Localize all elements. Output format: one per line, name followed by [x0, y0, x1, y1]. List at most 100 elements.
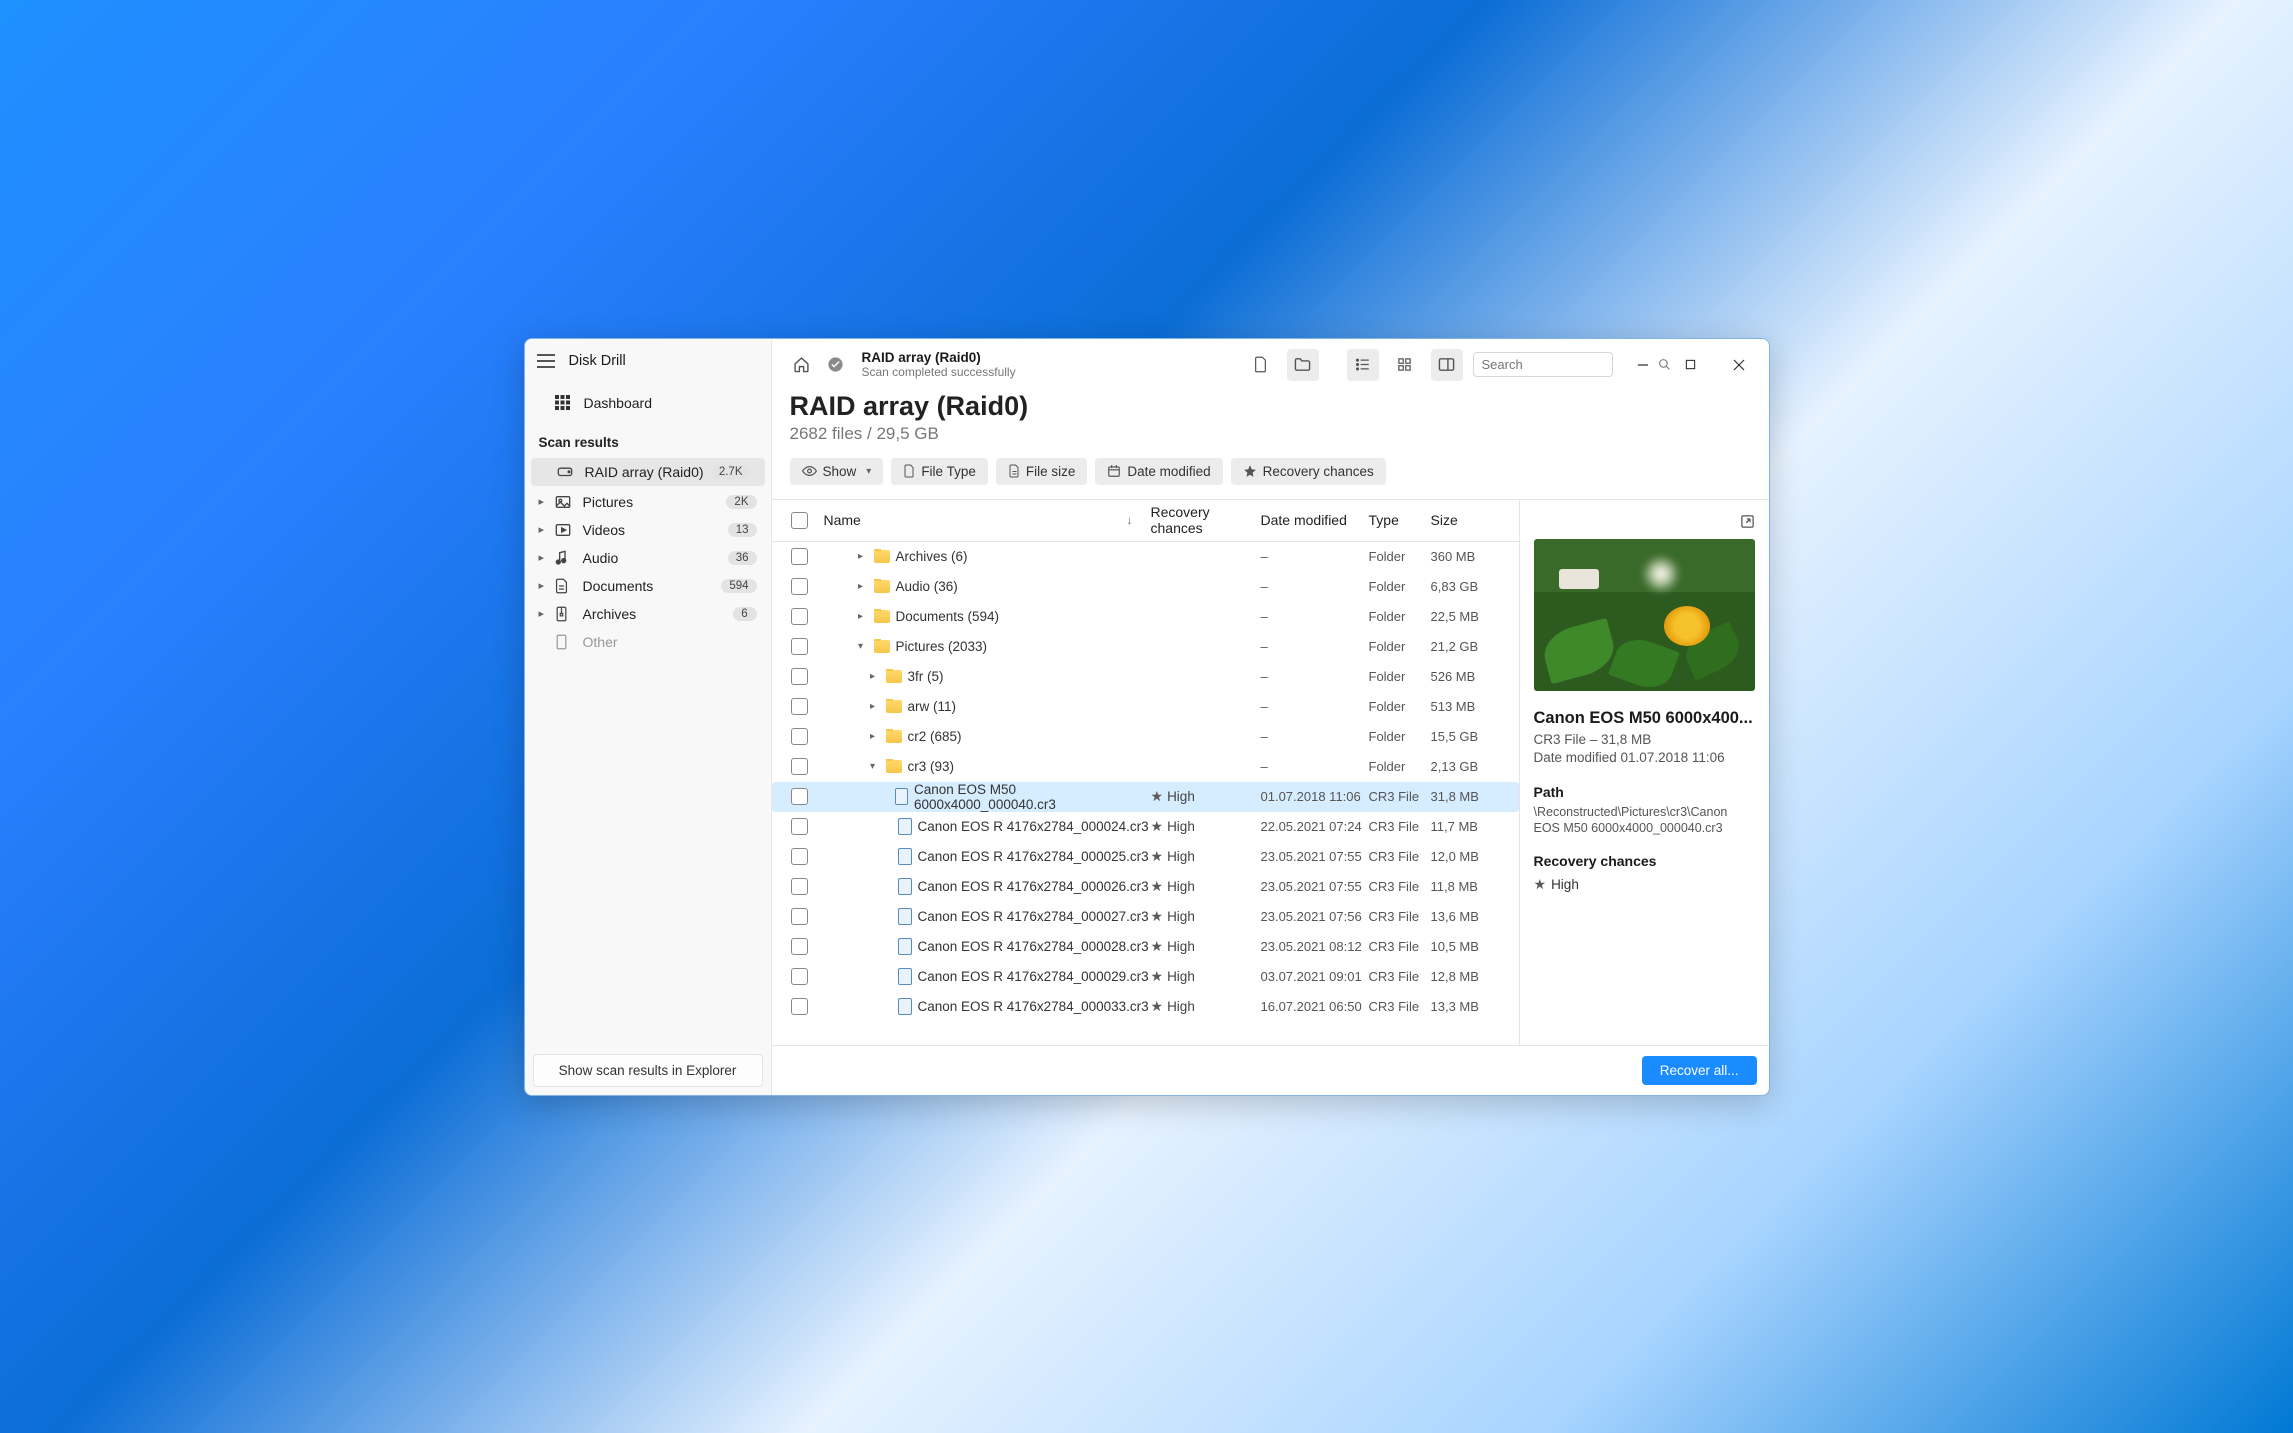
maximize-button[interactable] [1673, 347, 1709, 383]
file-size-filter[interactable]: File size [996, 458, 1088, 485]
popout-icon[interactable] [1740, 514, 1755, 529]
chevron-right-icon[interactable]: ▸ [854, 551, 868, 562]
chevron-down-icon[interactable]: ▾ [854, 641, 868, 652]
row-name: cr2 (685) [908, 729, 962, 744]
close-button[interactable] [1721, 347, 1757, 383]
date-modified-filter[interactable]: Date modified [1095, 458, 1222, 485]
chevron-right-icon[interactable]: ▸ [539, 607, 551, 620]
sidebar-nav: Dashboard [525, 381, 771, 425]
details-rec-value: ★ High [1534, 876, 1755, 893]
row-checkbox[interactable] [780, 998, 820, 1015]
minimize-button[interactable] [1625, 347, 1661, 383]
chevron-right-icon[interactable]: ▸ [866, 671, 880, 682]
folder-row[interactable]: ▾Pictures (2033)–Folder21,2 GB [772, 632, 1519, 662]
file-type-filter[interactable]: File Type [891, 458, 988, 485]
home-icon[interactable] [790, 353, 814, 377]
file-row[interactable]: Canon EOS M50 6000x4000_000040.cr3★High0… [772, 782, 1519, 812]
recovery-chances-filter[interactable]: Recovery chances [1231, 458, 1386, 485]
folder-row[interactable]: ▸Audio (36)–Folder6,83 GB [772, 572, 1519, 602]
dashboard-icon [555, 395, 570, 410]
show-in-explorer-button[interactable]: Show scan results in Explorer [533, 1054, 763, 1087]
folder-row[interactable]: ▸Documents (594)–Folder22,5 MB [772, 602, 1519, 632]
row-checkbox[interactable] [780, 728, 820, 745]
show-filter[interactable]: Show▾ [790, 458, 884, 485]
file-row[interactable]: Canon EOS R 4176x2784_000027.cr3★High23.… [772, 902, 1519, 932]
chevron-down-icon[interactable]: ▾ [866, 761, 880, 772]
view-grid-icon[interactable] [1389, 349, 1421, 381]
chevron-right-icon[interactable]: ▸ [866, 731, 880, 742]
row-checkbox[interactable] [780, 548, 820, 565]
sidebar-item-documents[interactable]: ▸Documents594 [525, 572, 771, 600]
row-size: 22,5 MB [1431, 609, 1511, 624]
col-name[interactable]: Name↓ [820, 512, 1151, 528]
row-checkbox[interactable] [780, 968, 820, 985]
folder-row[interactable]: ▸arw (11)–Folder513 MB [772, 692, 1519, 722]
sidebar-item-audio[interactable]: ▸Audio36 [525, 544, 771, 572]
name-cell: ▾cr3 (93) [820, 759, 1151, 774]
row-date: – [1261, 639, 1369, 654]
row-checkbox[interactable] [780, 848, 820, 865]
chevron-right-icon[interactable]: ▸ [539, 495, 551, 508]
video-icon [555, 523, 575, 537]
chevron-down-icon: ▾ [866, 466, 871, 477]
body-area: Disk Drill Dashboard Scan results RAID a… [525, 339, 1769, 1095]
row-checkbox[interactable] [780, 938, 820, 955]
file-row[interactable]: Canon EOS R 4176x2784_000026.cr3★High23.… [772, 872, 1519, 902]
row-checkbox[interactable] [780, 638, 820, 655]
hamburger-icon[interactable] [537, 354, 555, 368]
sidebar-item-videos[interactable]: ▸Videos13 [525, 516, 771, 544]
col-type[interactable]: Type [1369, 512, 1431, 528]
file-row[interactable]: Canon EOS R 4176x2784_000033.cr3★High16.… [772, 992, 1519, 1022]
row-checkbox[interactable] [780, 878, 820, 895]
folder-row[interactable]: ▸cr2 (685)–Folder15,5 GB [772, 722, 1519, 752]
file-row[interactable]: Canon EOS R 4176x2784_000028.cr3★High23.… [772, 932, 1519, 962]
folder-row[interactable]: ▸Archives (6)–Folder360 MB [772, 542, 1519, 572]
name-cell: ▸Documents (594) [820, 609, 1151, 624]
dashboard-item[interactable]: Dashboard [525, 385, 771, 421]
row-checkbox[interactable] [780, 608, 820, 625]
page-title: RAID array (Raid0) [790, 391, 1751, 422]
folder-row[interactable]: ▸3fr (5)–Folder526 MB [772, 662, 1519, 692]
col-size[interactable]: Size [1431, 512, 1511, 528]
chevron-right-icon[interactable]: ▸ [866, 701, 880, 712]
app-window: Disk Drill Dashboard Scan results RAID a… [524, 338, 1770, 1096]
file-row[interactable]: Canon EOS R 4176x2784_000024.cr3★High22.… [772, 812, 1519, 842]
row-checkbox[interactable] [780, 788, 820, 805]
row-size: 21,2 GB [1431, 639, 1511, 654]
row-checkbox[interactable] [780, 908, 820, 925]
col-recovery[interactable]: Recovery chances [1151, 504, 1261, 536]
view-list-icon[interactable] [1347, 349, 1379, 381]
file-row[interactable]: Canon EOS R 4176x2784_000025.cr3★High23.… [772, 842, 1519, 872]
view-panel-icon[interactable] [1431, 349, 1463, 381]
chevron-right-icon[interactable]: ▸ [854, 611, 868, 622]
file-row[interactable]: Canon EOS R 4176x2784_000029.cr3★High03.… [772, 962, 1519, 992]
row-type: Folder [1369, 669, 1431, 684]
file-icon [898, 938, 912, 955]
header-checkbox[interactable] [780, 512, 820, 529]
sidebar-item-raid-array-raid0-[interactable]: RAID array (Raid0)2.7K [531, 458, 765, 486]
row-checkbox[interactable] [780, 818, 820, 835]
file-icon [898, 848, 912, 865]
star-icon [1243, 464, 1257, 478]
recover-all-button[interactable]: Recover all... [1642, 1056, 1757, 1085]
sidebar-item-label: Archives [583, 606, 733, 622]
rows: ▸Archives (6)–Folder360 MB▸Audio (36)–Fo… [772, 542, 1519, 1045]
folder-row[interactable]: ▾cr3 (93)–Folder2,13 GB [772, 752, 1519, 782]
chevron-right-icon[interactable]: ▸ [854, 581, 868, 592]
sidebar-bottom: Show scan results in Explorer [525, 1046, 771, 1095]
row-checkbox[interactable] [780, 758, 820, 775]
sidebar-item-other[interactable]: Other [525, 628, 771, 656]
row-checkbox[interactable] [780, 668, 820, 685]
chevron-right-icon[interactable]: ▸ [539, 579, 551, 592]
view-file-icon[interactable] [1245, 349, 1277, 381]
name-cell: ▸Audio (36) [820, 579, 1151, 594]
sidebar-item-archives[interactable]: ▸Archives6 [525, 600, 771, 628]
col-date[interactable]: Date modified [1261, 512, 1369, 528]
chevron-right-icon[interactable]: ▸ [539, 523, 551, 536]
search-box[interactable] [1473, 352, 1613, 377]
view-folder-icon[interactable] [1287, 349, 1319, 381]
row-checkbox[interactable] [780, 578, 820, 595]
chevron-right-icon[interactable]: ▸ [539, 551, 551, 564]
sidebar-item-pictures[interactable]: ▸Pictures2K [525, 488, 771, 516]
row-checkbox[interactable] [780, 698, 820, 715]
